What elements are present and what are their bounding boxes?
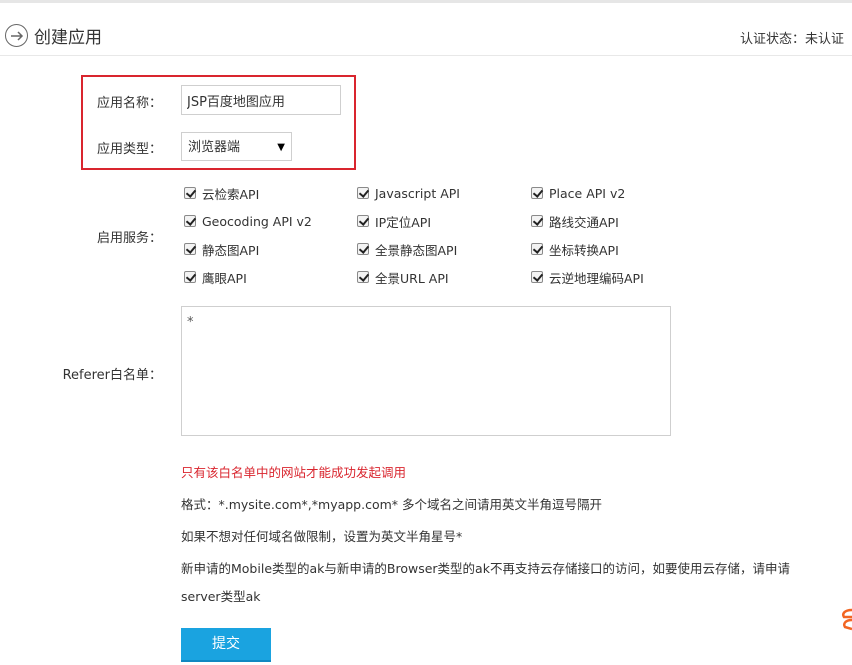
checkbox-checked-icon[interactable]	[531, 187, 543, 199]
app-type-label: 应用类型：	[96, 142, 162, 157]
checkbox-checked-icon[interactable]	[184, 243, 196, 255]
whitelist-warning: 只有该白名单中的网站才能成功发起调用	[181, 465, 407, 480]
side-widget-icon[interactable]	[840, 608, 852, 636]
service-eagle-eye-api[interactable]: 鹰眼API	[184, 269, 247, 286]
referer-label: Referer白名单：	[62, 368, 162, 383]
referer-whitelist-input[interactable]: *	[181, 306, 671, 436]
service-panorama-url-api[interactable]: 全景URL API	[357, 269, 449, 286]
format-hint: 格式：*.mysite.com*,*myapp.com* 多个域名之间请用英文半…	[181, 497, 603, 512]
checkbox-checked-icon[interactable]	[531, 271, 543, 283]
submit-button[interactable]: 提交	[181, 628, 271, 662]
app-name-input[interactable]	[181, 85, 341, 115]
page-header: 创建应用 认证状态：未认证	[0, 3, 852, 56]
mobile-ak-notice: 新申请的Mobile类型的ak与新申请的Browser类型的ak不再支持云存储接…	[181, 561, 790, 576]
service-ip-location-api[interactable]: IP定位API	[357, 213, 431, 230]
checkbox-checked-icon[interactable]	[357, 243, 369, 255]
checkbox-checked-icon[interactable]	[531, 215, 543, 227]
service-cloud-search[interactable]: 云检索API	[184, 185, 259, 202]
service-reverse-geocode-api[interactable]: 云逆地理编码API	[531, 269, 644, 286]
checkbox-checked-icon[interactable]	[357, 215, 369, 227]
dropdown-arrow-icon: ▼	[277, 142, 285, 153]
service-static-map-api[interactable]: 静态图API	[184, 241, 259, 258]
arrow-right-circle-icon[interactable]	[5, 24, 28, 47]
auth-status: 认证状态：未认证	[739, 32, 844, 47]
service-geocoding-api[interactable]: Geocoding API v2	[184, 213, 312, 229]
checkbox-checked-icon[interactable]	[184, 271, 196, 283]
checkbox-checked-icon[interactable]	[184, 187, 196, 199]
app-name-label: 应用名称：	[96, 96, 162, 111]
mobile-ak-notice-cont: server类型ak	[181, 589, 261, 604]
page-title: 创建应用	[34, 28, 102, 48]
service-route-traffic-api[interactable]: 路线交通API	[531, 213, 619, 230]
service-place-api[interactable]: Place API v2	[531, 185, 625, 201]
app-type-value: 浏览器端	[188, 140, 241, 155]
service-javascript-api[interactable]: Javascript API	[357, 185, 460, 201]
no-limit-hint: 如果不想对任何域名做限制，设置为英文半角星号*	[181, 529, 463, 544]
services-label: 启用服务：	[96, 231, 162, 246]
checkbox-checked-icon[interactable]	[357, 271, 369, 283]
checkbox-checked-icon[interactable]	[531, 243, 543, 255]
app-type-select[interactable]: 浏览器端 ▼	[181, 132, 292, 161]
service-panorama-static-api[interactable]: 全景静态图API	[357, 241, 457, 258]
service-coord-convert-api[interactable]: 坐标转换API	[531, 241, 619, 258]
checkbox-checked-icon[interactable]	[357, 187, 369, 199]
checkbox-checked-icon[interactable]	[184, 215, 196, 227]
